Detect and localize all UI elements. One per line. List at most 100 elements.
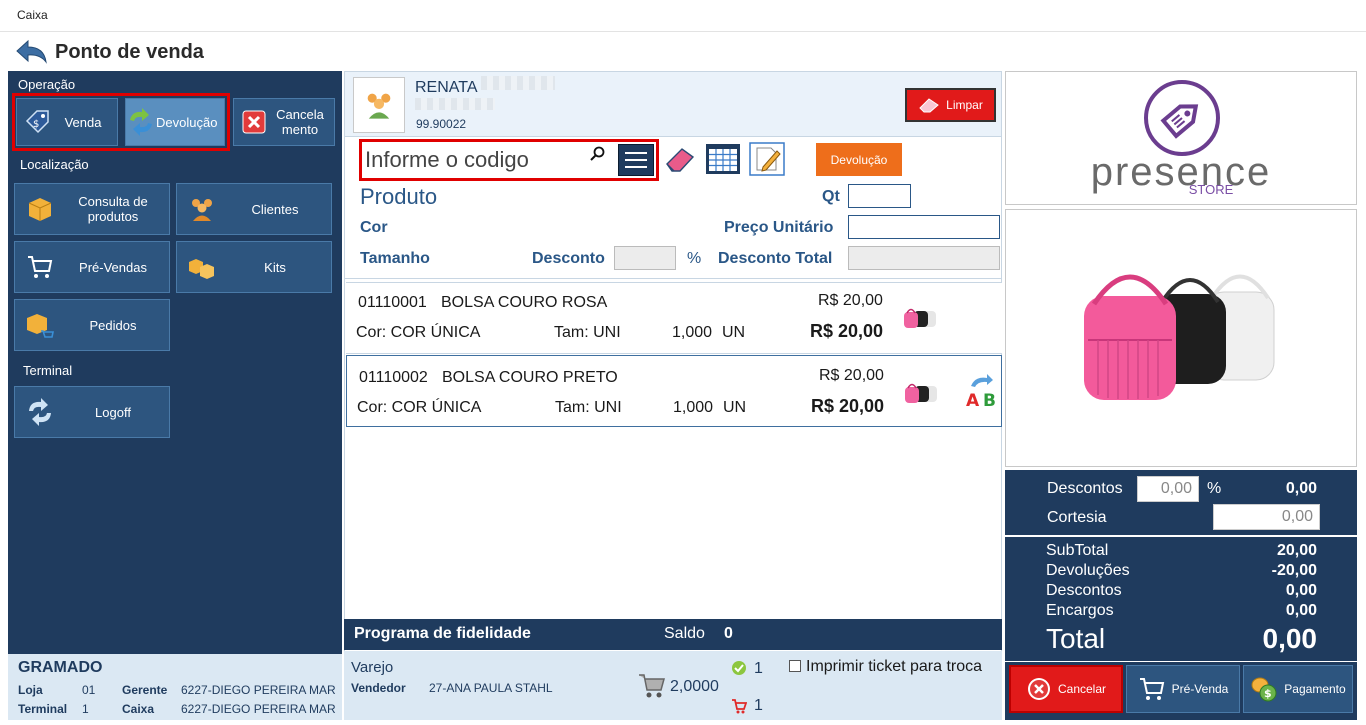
devolucoes-label: Devoluções (1046, 562, 1130, 579)
search-icon[interactable] (590, 146, 606, 162)
terminal-value: 1 (82, 702, 89, 716)
preco-unitario-label: Preço Unitário (724, 219, 834, 236)
limpar-button[interactable]: Limpar (905, 88, 996, 122)
discount-panel: Descontos 0,00 % 0,00 Cortesia 0,00 (1005, 470, 1357, 535)
product-code-input[interactable] (364, 144, 611, 176)
loja-label: Loja (18, 683, 43, 697)
svg-text:B: B (983, 391, 996, 408)
vendedor-label: Vendedor (351, 681, 406, 695)
cancelamento-button[interactable]: Cancela mento (233, 98, 335, 146)
caixa-label: Caixa (122, 702, 155, 716)
customer-bar: RENATA 99.90022 Limpar (344, 71, 1002, 137)
desconto-label: Desconto (532, 250, 605, 267)
pre-venda-label: Pré-Venda (1171, 682, 1229, 696)
bags-photo (1084, 274, 1275, 400)
people-icon (177, 196, 227, 222)
saldo-value: 0 (724, 625, 733, 642)
descontos-percent: % (1207, 480, 1222, 497)
total-descontos-value: 0,00 (1285, 582, 1317, 599)
desconto-total-input[interactable] (848, 246, 1000, 270)
tabela-preco: Varejo (351, 659, 394, 676)
pre-vendas-button[interactable]: Pré-Vendas (14, 241, 170, 293)
cancelar-button[interactable]: Cancelar (1009, 665, 1123, 713)
devolucoes-value: -20,00 (1271, 562, 1317, 579)
table-grid-icon (706, 144, 740, 174)
grid-tool-button[interactable] (705, 142, 741, 176)
customer-avatar[interactable] (353, 77, 405, 133)
item-name: BOLSA COURO ROSA (441, 294, 608, 311)
pre-venda-button[interactable]: Pré-Venda (1126, 665, 1240, 713)
fidelidade-label: Programa de fidelidade (354, 625, 531, 642)
item-code: 01110001 (358, 294, 427, 311)
desconto-input[interactable] (614, 246, 676, 270)
cart-quantity: 2,0000 (670, 678, 719, 695)
page-title: Ponto de venda (55, 41, 204, 63)
redacted-surname (481, 76, 555, 90)
subtotal-value: 20,00 (1276, 542, 1317, 559)
pagamento-button[interactable]: $ Pagamento (1243, 665, 1353, 713)
total-descontos-label: Descontos (1046, 582, 1122, 599)
cortesia-label: Cortesia (1047, 509, 1107, 526)
item-qty: 1,000 (672, 324, 713, 341)
svg-text:$: $ (1264, 687, 1272, 700)
sale-item-row[interactable]: 01110002 BOLSA COURO PRETO R$ 20,00 Cor:… (346, 355, 1002, 427)
tag-logo-icon (1144, 80, 1220, 156)
boxes-icon (177, 254, 227, 280)
clientes-button[interactable]: Clientes (176, 183, 332, 235)
bags-icon (904, 308, 936, 328)
store-info: GRAMADO Loja 01 Gerente 6227-DIEGO PEREI… (8, 654, 342, 720)
qt-input[interactable] (848, 184, 911, 208)
limpar-label: Limpar (946, 98, 983, 112)
item-name: BOLSA COURO PRETO (442, 369, 618, 386)
shopping-cart-icon (639, 674, 665, 698)
cancelar-label: Cancelar (1057, 682, 1107, 696)
brand-sub: STORE (1188, 182, 1234, 197)
qt-label: Qt (822, 188, 840, 205)
customer-name: RENATA (415, 79, 478, 96)
item-qty: 1,000 (673, 399, 714, 416)
item-code: 01110002 (359, 369, 428, 386)
cart-icon (15, 254, 65, 280)
window-title: Caixa (0, 0, 1366, 32)
customer-code: 99.90022 (416, 117, 467, 131)
logoff-button[interactable]: Logoff (14, 386, 170, 438)
terminal-info-label: Terminal (18, 702, 68, 716)
cancel-x-icon (234, 110, 274, 134)
descontos-value: 0,00 (1285, 480, 1317, 497)
redacted-info (415, 98, 495, 110)
item-total: R$ 20,00 (811, 396, 885, 416)
descontos-input[interactable]: 0,00 (1137, 476, 1199, 502)
item-size: Tam: UNI (555, 399, 622, 416)
highlight-operacao (12, 93, 230, 151)
item-color: Cor: COR ÚNICA (357, 399, 482, 416)
kits-button[interactable]: Kits (176, 241, 332, 293)
bags-icon (905, 383, 937, 403)
menu-button[interactable] (618, 144, 654, 176)
cortesia-input[interactable]: 0,00 (1213, 504, 1320, 530)
item-total: R$ 20,00 (810, 321, 884, 341)
preco-unitario-input[interactable] (848, 215, 1000, 239)
loja-value: 01 (82, 683, 96, 697)
pagamento-label: Pagamento (1284, 682, 1346, 696)
back-arrow-icon[interactable] (14, 38, 48, 64)
pedidos-button[interactable]: Pedidos (14, 299, 170, 351)
desconto-total-label: Desconto Total (718, 250, 833, 267)
item-size: Tam: UNI (554, 324, 621, 341)
total-label: Total (1046, 623, 1106, 654)
eraser-tool-button[interactable] (662, 142, 698, 176)
swap-ab-icon[interactable]: AB (963, 374, 999, 408)
tamanho-label: Tamanho (360, 250, 430, 267)
descontos-label: Descontos (1047, 480, 1123, 497)
devolucao-action-button[interactable]: Devolução (816, 143, 902, 176)
sale-footer: Varejo Vendedor 27-ANA PAULA STAHL 2,000… (344, 651, 1002, 720)
gerente-value: 6227-DIEGO PEREIRA MAR (181, 683, 336, 697)
sale-item-row[interactable]: 01110001 BOLSA COURO ROSA R$ 20,00 Cor: … (346, 282, 1002, 354)
box-icon (15, 195, 65, 223)
sync-icon (15, 398, 65, 426)
consulta-produtos-button[interactable]: Consulta de produtos (14, 183, 170, 235)
item-unit-price: R$ 20,00 (819, 367, 884, 384)
edit-tool-button[interactable] (749, 142, 785, 176)
ticket-checkbox[interactable] (789, 660, 801, 672)
total-value: 0,00 (1262, 623, 1318, 654)
caixa-value: 6227-DIEGO PEREIRA MAR (181, 702, 336, 716)
